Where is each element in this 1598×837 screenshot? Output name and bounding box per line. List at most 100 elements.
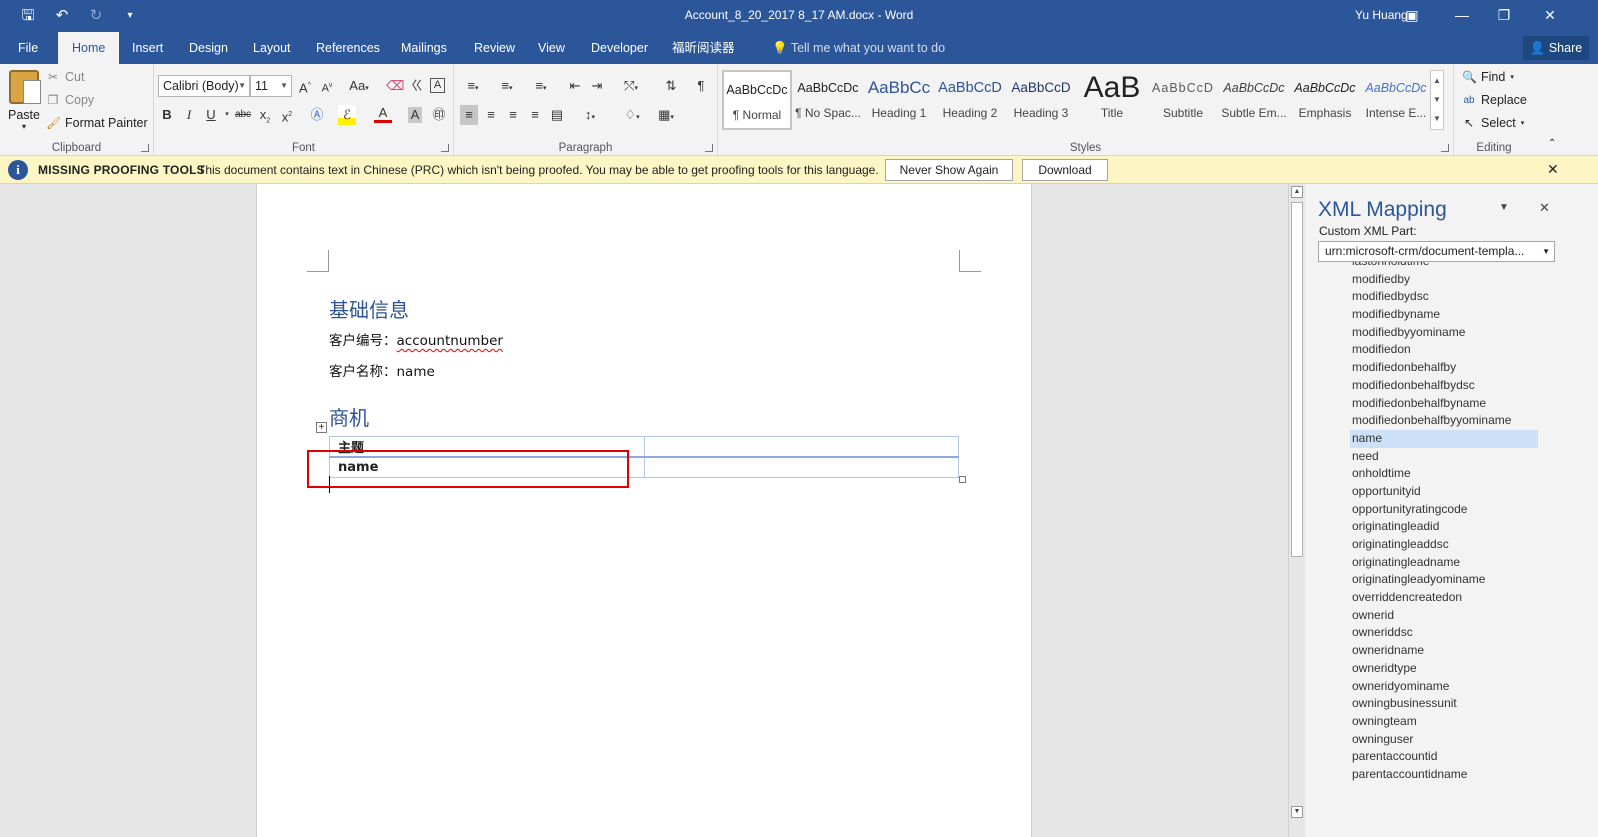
- align-left-icon[interactable]: ≡: [460, 105, 478, 125]
- xml-node-item[interactable]: modifiedonbehalfbyname: [1350, 395, 1538, 413]
- clear-formatting-icon[interactable]: ⌫: [386, 76, 404, 96]
- account-name-field[interactable]: name: [397, 364, 435, 380]
- strikethrough-icon[interactable]: abc: [234, 105, 252, 125]
- show-formatting-icon[interactable]: ¶: [692, 76, 710, 96]
- document-canvas[interactable]: 基础信息 客户编号：accountnumber 客户名称：name 商机 + 主…: [0, 184, 1303, 837]
- paste-button[interactable]: Paste ▾: [6, 70, 42, 136]
- custom-xml-part-select[interactable]: urn:microsoft-crm/document-templa... ▼: [1318, 241, 1555, 262]
- justify-icon[interactable]: ≡: [526, 105, 544, 125]
- scroll-up-icon[interactable]: ▲: [1291, 186, 1303, 198]
- sort-icon[interactable]: ⇅: [662, 76, 680, 96]
- increase-indent-icon[interactable]: ⇥: [588, 76, 606, 96]
- xml-node-item[interactable]: owneridname: [1350, 642, 1538, 660]
- xml-node-item[interactable]: originatingleadname: [1350, 554, 1538, 572]
- bold-icon[interactable]: B: [158, 105, 176, 125]
- vertical-scrollbar[interactable]: ▲ ▼: [1288, 184, 1304, 837]
- xml-node-item[interactable]: modifiedbyname: [1350, 306, 1538, 324]
- xml-node-item[interactable]: owneridyominame: [1350, 678, 1538, 696]
- xml-node-item[interactable]: parentaccountidname: [1350, 766, 1538, 784]
- select-button[interactable]: ↖ Select ▾: [1462, 116, 1524, 130]
- font-name-combo[interactable]: Calibri (Body) ▼: [158, 75, 250, 97]
- tab-review[interactable]: Review: [474, 32, 515, 64]
- style-heading-2[interactable]: AaBbCcD Heading 2: [935, 70, 1005, 130]
- xml-node-item[interactable]: opportunityratingcode: [1350, 501, 1538, 519]
- restore-icon[interactable]: ❐: [1492, 4, 1516, 26]
- xml-node-item[interactable]: modifiedonbehalfby: [1350, 359, 1538, 377]
- chevron-down-icon[interactable]: ▼: [1431, 90, 1443, 109]
- find-button[interactable]: 🔍 Find ▾: [1462, 70, 1514, 84]
- xml-node-item[interactable]: modifiedonbehalfbydsc: [1350, 377, 1538, 395]
- asian-layout-icon[interactable]: ⤲▾: [618, 76, 644, 96]
- styles-scroll[interactable]: ▲ ▼ ▼: [1430, 70, 1444, 130]
- grow-font-icon[interactable]: A^: [296, 76, 314, 96]
- align-right-icon[interactable]: ≡: [504, 105, 522, 125]
- table-cell[interactable]: [644, 436, 959, 458]
- table-move-handle-icon[interactable]: +: [316, 422, 327, 433]
- multilevel-list-icon[interactable]: ≡▾: [528, 76, 554, 96]
- format-painter-button[interactable]: 🖌 Format Painter: [46, 116, 148, 130]
- bullets-icon[interactable]: ≡▾: [460, 76, 486, 96]
- align-center-icon[interactable]: ≡: [482, 105, 500, 125]
- tab-file[interactable]: File: [18, 32, 38, 64]
- chevron-up-icon[interactable]: ▲: [1431, 71, 1443, 90]
- xml-node-item[interactable]: opportunityid: [1350, 483, 1538, 501]
- font-size-combo[interactable]: 11 ▼: [250, 75, 292, 97]
- tab-layout[interactable]: Layout: [253, 32, 291, 64]
- tab-foxit-reader[interactable]: 福昕阅读器: [672, 32, 735, 64]
- style-subtle-emphasis[interactable]: AaBbCcDc Subtle Em...: [1219, 70, 1289, 130]
- style-emphasis[interactable]: AaBbCcDc Emphasis: [1290, 70, 1360, 130]
- tab-mailings[interactable]: Mailings: [401, 32, 447, 64]
- styles-launcher-icon[interactable]: [1441, 144, 1449, 152]
- xml-node-item[interactable]: originatingleaddsc: [1350, 536, 1538, 554]
- copy-button[interactable]: ❐ Copy: [46, 93, 95, 107]
- collapse-ribbon-icon[interactable]: ⌃: [1548, 138, 1556, 149]
- distributed-icon[interactable]: ▤: [548, 105, 566, 125]
- tell-me-search[interactable]: 💡 Tell me what you want to do: [772, 32, 945, 64]
- replace-button[interactable]: ab Replace: [1462, 93, 1526, 107]
- xml-node-item[interactable]: owninguser: [1350, 731, 1538, 749]
- style-subtitle[interactable]: AaBbCcD Subtitle: [1148, 70, 1218, 130]
- xml-node-item[interactable]: name: [1350, 429, 1538, 448]
- shading-icon[interactable]: ♢▾: [618, 105, 646, 125]
- italic-icon[interactable]: I: [180, 105, 198, 125]
- ribbon-display-icon[interactable]: ▣: [1400, 4, 1424, 26]
- xml-node-item[interactable]: modifiedonbehalfbyyominame: [1350, 412, 1538, 430]
- minimize-icon[interactable]: —: [1450, 4, 1474, 26]
- xml-node-item[interactable]: ownerid: [1350, 607, 1538, 625]
- tab-view[interactable]: View: [538, 32, 565, 64]
- cut-button[interactable]: ✂ Cut: [46, 70, 84, 84]
- clipboard-launcher-icon[interactable]: [141, 144, 149, 152]
- text-effects-icon[interactable]: Ⓐ: [308, 105, 326, 125]
- borders-icon[interactable]: ▦▾: [652, 105, 680, 125]
- phonetic-guide-icon[interactable]: ㄍ: [408, 76, 426, 96]
- style-title[interactable]: AaB Title: [1077, 70, 1147, 130]
- highlight-icon[interactable]: ℰ: [338, 105, 356, 125]
- xml-node-item[interactable]: owneriddsc: [1350, 624, 1538, 642]
- xml-node-item[interactable]: originatingleadid: [1350, 518, 1538, 536]
- xml-node-item[interactable]: parentaccountid: [1350, 748, 1538, 766]
- xml-node-item[interactable]: lastonholdtime: [1350, 262, 1538, 271]
- font-launcher-icon[interactable]: [441, 144, 449, 152]
- xml-node-item[interactable]: owningteam: [1350, 713, 1538, 731]
- decrease-indent-icon[interactable]: ⇤: [566, 76, 584, 96]
- tab-references[interactable]: References: [316, 32, 380, 64]
- style-intense-emphasis[interactable]: AaBbCcDc Intense E...: [1361, 70, 1431, 130]
- tab-design[interactable]: Design: [189, 32, 228, 64]
- xml-node-item[interactable]: owneridtype: [1350, 660, 1538, 678]
- account-number-field[interactable]: accountnumber: [397, 333, 503, 349]
- character-shading-icon[interactable]: A: [408, 107, 422, 123]
- xml-node-item[interactable]: need: [1350, 448, 1538, 466]
- xml-node-item[interactable]: modifiedbyyominame: [1350, 324, 1538, 342]
- shrink-font-icon[interactable]: Av: [318, 76, 336, 96]
- xml-node-item[interactable]: owningbusinessunit: [1350, 695, 1538, 713]
- never-show-again-button[interactable]: Never Show Again: [885, 159, 1013, 181]
- xml-node-item[interactable]: modifiedbydsc: [1350, 288, 1538, 306]
- style-no-spacing[interactable]: AaBbCcDc ¶ No Spac...: [793, 70, 863, 130]
- share-button[interactable]: 👤 Share: [1523, 36, 1589, 60]
- superscript-icon[interactable]: x2: [278, 105, 296, 125]
- character-border-icon[interactable]: A: [430, 78, 445, 93]
- table-resize-handle[interactable]: [959, 476, 966, 483]
- style-heading-3[interactable]: AaBbCcD Heading 3: [1006, 70, 1076, 130]
- pane-options-icon[interactable]: ▼: [1499, 202, 1509, 213]
- document-page[interactable]: 基础信息 客户编号：accountnumber 客户名称：name 商机 + 主…: [256, 184, 1032, 837]
